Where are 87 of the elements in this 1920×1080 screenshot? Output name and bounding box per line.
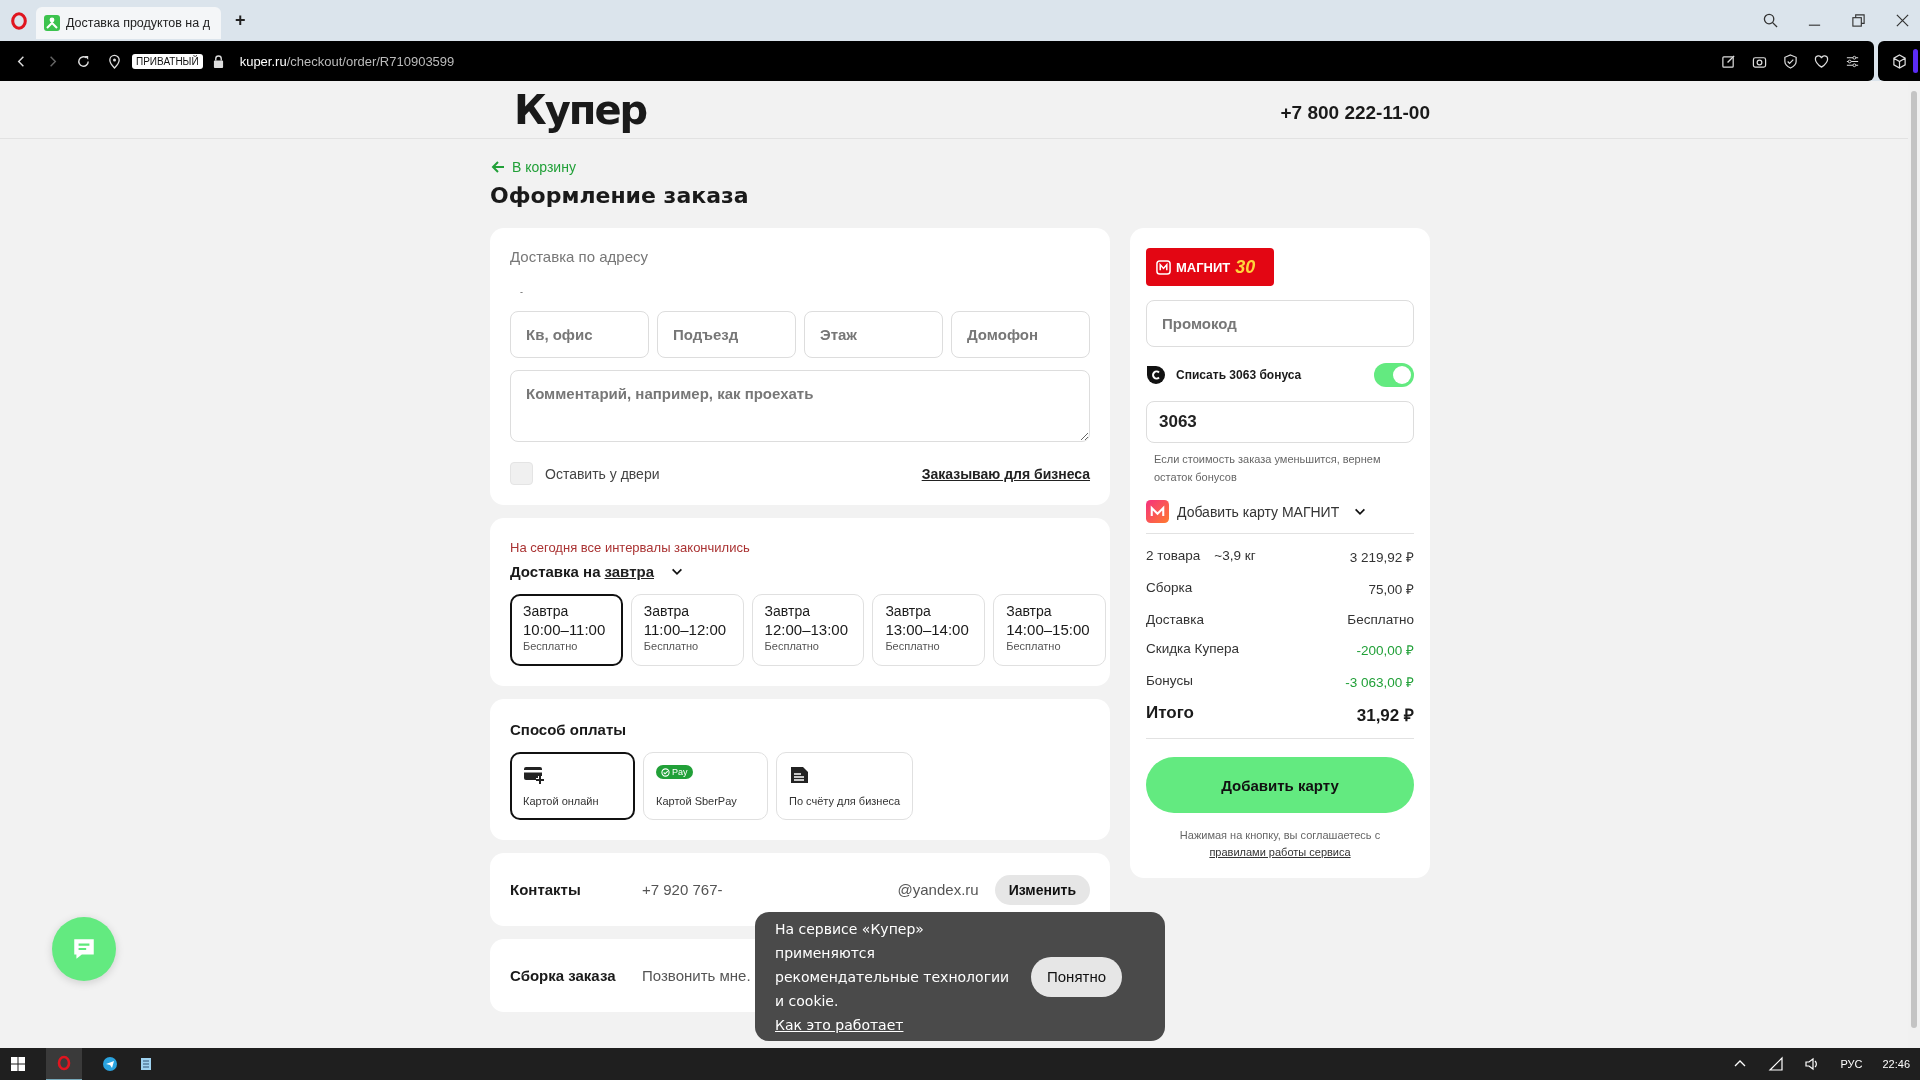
summary-label: Бонусы [1146, 673, 1193, 691]
weight-text: ~3,9 кг [1214, 548, 1256, 566]
store-logo: МАГНИТ 30 [1146, 248, 1274, 286]
total-label: Итого [1146, 703, 1194, 725]
new-tab-button[interactable]: + [229, 10, 252, 31]
summary-label: 2 товара [1146, 548, 1201, 566]
reload-icon[interactable] [76, 53, 91, 69]
summary-label: Скидка Купера [1146, 641, 1239, 659]
card-logo-icon [1146, 500, 1169, 524]
section-heading: Доставка по адресу [510, 248, 649, 265]
phone-number: +7 800 222-11-00 [1280, 102, 1430, 124]
phone-text: +7 920 767- [642, 881, 723, 898]
add-card-button[interactable]: Добавить карту [1146, 757, 1414, 814]
paper-plane-icon[interactable] [102, 1056, 118, 1072]
day-link[interactable]: завтра [604, 563, 654, 580]
accept-button[interactable]: Понятно [1031, 956, 1123, 997]
assembly-option-text: Позвонить мне. [642, 967, 751, 984]
cube-icon[interactable] [1892, 53, 1907, 69]
business-link[interactable]: Заказываю для бизнеса [921, 465, 1090, 482]
checkbox-label: Оставить у двери [545, 465, 660, 482]
bonus-amount-field[interactable]: 3063 [1146, 401, 1414, 443]
payment-option[interactable]: Pay Картой SberPay [643, 752, 768, 820]
time-slot[interactable]: Завтра 14:00–15:00 Бесплатно [993, 594, 1106, 666]
sidebar-handle[interactable] [1913, 49, 1918, 73]
change-button[interactable]: Изменить [994, 874, 1090, 905]
summary-value: 3 219,92 ₽ [1349, 549, 1414, 567]
input-field[interactable]: Этаж [804, 311, 943, 358]
start-icon[interactable] [10, 1056, 26, 1072]
card-add-icon [523, 765, 545, 785]
sberpay-badge: Pay [656, 765, 693, 779]
checkbox[interactable] [510, 462, 533, 485]
search-icon[interactable] [1763, 13, 1778, 28]
lock-icon [212, 54, 224, 68]
summary-value: Бесплатно [1347, 612, 1414, 628]
time-slot[interactable]: Завтра 12:00–13:00 Бесплатно [751, 594, 865, 666]
section-heading: Способ оплаты [510, 721, 628, 738]
close-icon[interactable] [1895, 13, 1910, 28]
row-label: Сборка заказа [510, 967, 617, 984]
heart-icon[interactable] [1814, 53, 1829, 69]
payment-option[interactable]: Картой онлайн [510, 752, 635, 820]
summary-label: Доставка [1146, 612, 1204, 628]
location-pin-icon[interactable] [107, 53, 122, 69]
address-text: - [520, 287, 524, 297]
cookie-info-link[interactable]: Как это работает [775, 1012, 904, 1037]
edit-icon[interactable] [1721, 53, 1736, 69]
page-title: Оформление заказа [490, 183, 750, 208]
browser-logo-icon[interactable] [10, 11, 28, 30]
time-slot[interactable]: Завтра 13:00–14:00 Бесплатно [872, 594, 986, 666]
time-slot[interactable]: Завтра 10:00–11:00 Бесплатно [510, 594, 623, 666]
browser-tab[interactable]: Доставка продуктов на д [36, 6, 221, 39]
notice-text: На сегодня все интервалы закончились [510, 540, 751, 555]
bonus-label: Списать 3063 бонуса [1176, 368, 1302, 382]
settings-icon[interactable] [1845, 53, 1860, 69]
delivery-day-label: Доставка на [510, 563, 601, 580]
input-field[interactable]: Домофон [951, 311, 1090, 358]
arrow-left-icon[interactable] [490, 159, 506, 175]
terms-link[interactable]: правилами работы сервиса [1209, 846, 1351, 859]
promo-code-field[interactable]: Промокод [1146, 300, 1414, 347]
summary-label: Сборка [1146, 580, 1193, 598]
time-slot[interactable]: Завтра 11:00–12:00 Бесплатно [630, 594, 744, 666]
add-loyalty-card-link[interactable]: Добавить карту МАГНИТ [1177, 503, 1340, 520]
notepad-icon[interactable] [138, 1056, 154, 1072]
row-label: Контакты [510, 881, 582, 898]
cookie-text: На сервисе «Купер» применяются рекомендательные технологии и cookie. [775, 919, 1011, 1011]
bonus-note: Если стоимость заказа уменьшится, вернем остаток бонусов [1154, 452, 1382, 485]
total-value: 31,92 ₽ [1356, 705, 1414, 727]
toggle-switch[interactable] [1374, 363, 1414, 387]
private-badge: ПРИВАТНЫЙ [132, 53, 203, 69]
bonus-c-icon [1146, 365, 1166, 385]
summary-value: -3 063,00 ₽ [1345, 674, 1414, 692]
input-field[interactable]: Кв, офис [510, 311, 649, 358]
input-field[interactable]: Подъезд [657, 311, 796, 358]
taskbar-app-icon[interactable] [46, 1047, 82, 1080]
document-icon [789, 765, 811, 785]
email-text: @yandex.ru [897, 881, 979, 898]
language-indicator[interactable]: РУС [1840, 1058, 1863, 1070]
payment-option[interactable]: По счёту для бизнеса [776, 752, 914, 820]
summary-value: -200,00 ₽ [1356, 642, 1414, 660]
restore-icon[interactable] [1851, 13, 1866, 28]
network-icon[interactable] [1768, 1056, 1785, 1072]
shield-icon[interactable] [1783, 53, 1798, 69]
url-field[interactable]: kuper.ru/checkout/order/R710903599 [239, 53, 455, 69]
clock-text[interactable]: 22:46 [1882, 1058, 1910, 1070]
terms-text: Нажимая на кнопку, вы соглашаетесь с [1179, 829, 1381, 842]
summary-value: 75,00 ₽ [1368, 581, 1414, 599]
site-favicon-icon [44, 14, 60, 31]
comment-field[interactable]: Комментарий, например, как проехать [510, 370, 1090, 442]
